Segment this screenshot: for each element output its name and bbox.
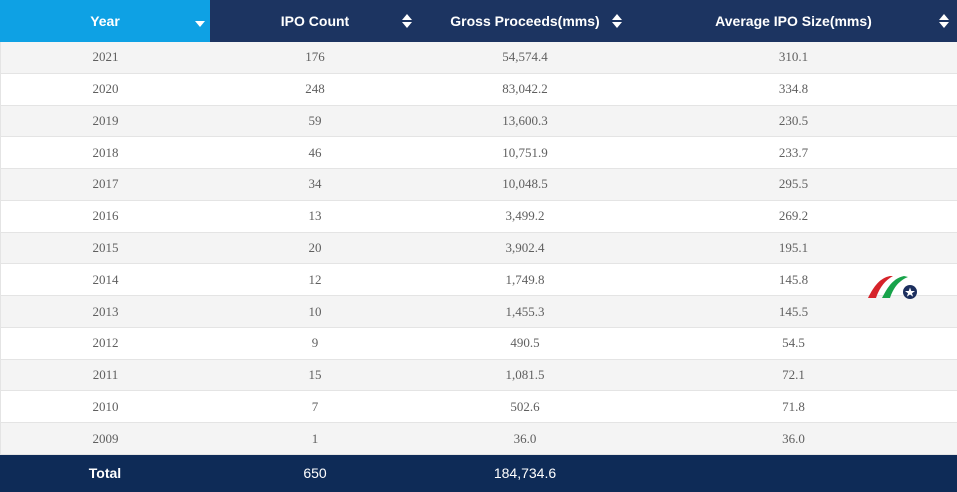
table-row: 2013 10 1,455.3 145.5 [0, 296, 957, 328]
sort-both-icon [612, 14, 622, 28]
column-header-ipo-count[interactable]: IPO Count [210, 0, 420, 42]
cell-gross-proceeds: 3,902.4 [505, 239, 545, 255]
cell-average-ipo-size: 36.0 [782, 430, 805, 446]
cell-ipo-count: 7 [311, 398, 319, 414]
cell-ipo-count: 13 [308, 208, 322, 224]
site-logo-icon [868, 276, 917, 299]
cell-ipo-count: 10 [308, 303, 322, 319]
sort-desc-icon [195, 21, 205, 27]
ipo-stats-table: Year IPO Count Gross Proceeds(mms) Avera… [0, 0, 957, 492]
table-row: 2020 248 83,042.2 334.8 [0, 73, 957, 106]
cell-average-ipo-size: 310.1 [778, 49, 809, 65]
cell-year: 2009 [0, 423, 210, 454]
cell-ipo-count: 46 [308, 144, 322, 160]
cell-year: 2019 [0, 105, 210, 137]
cell-ipo-count: 9 [311, 335, 319, 351]
cell-gross-proceeds: 502.6 [510, 398, 540, 414]
cell-average-ipo-size: 54.5 [782, 335, 805, 351]
cell-average-ipo-size: 334.8 [778, 81, 809, 97]
table-row: 2015 20 3,902.4 195.1 [0, 232, 957, 265]
cell-year: 2021 [0, 42, 210, 73]
cell-ipo-count: 59 [308, 112, 322, 128]
column-header-label: Year [90, 13, 120, 29]
table-row: 2014 12 1,749.8 145.8 [0, 264, 957, 297]
table-row: 2017 34 10,048.5 295.5 [0, 169, 957, 201]
column-header-average-ipo-size[interactable]: Average IPO Size(mms) [630, 0, 957, 42]
cell-ipo-count: 20 [308, 239, 322, 255]
cell-year: 2016 [0, 200, 210, 232]
cell-gross-proceeds: 54,574.4 [502, 49, 548, 65]
total-ipo-count: 650 [303, 465, 327, 482]
table-row: 2018 46 10,751.9 233.7 [0, 137, 957, 170]
column-header-label: Average IPO Size(mms) [715, 13, 872, 29]
cell-gross-proceeds: 13,600.3 [502, 112, 548, 128]
cell-year: 2020 [0, 73, 210, 105]
cell-gross-proceeds: 490.5 [510, 335, 540, 351]
cell-gross-proceeds: 10,751.9 [502, 144, 548, 160]
total-average-ipo-size [630, 455, 957, 492]
cell-gross-proceeds: 36.0 [513, 430, 537, 446]
cell-year: 2012 [0, 327, 210, 359]
cell-ipo-count: 248 [305, 81, 325, 97]
cell-average-ipo-size: 72.1 [782, 367, 805, 383]
column-header-label: IPO Count [280, 13, 350, 29]
cell-gross-proceeds: 83,042.2 [502, 81, 548, 97]
column-header-label: Gross Proceeds(mms) [450, 13, 600, 29]
cell-year: 2010 [0, 391, 210, 423]
cell-gross-proceeds: 1,455.3 [505, 303, 545, 319]
table-row: 2011 15 1,081.5 72.1 [0, 359, 957, 392]
cell-ipo-count: 12 [308, 271, 322, 287]
cell-average-ipo-size: 195.1 [778, 239, 809, 255]
total-gross-proceeds: 184,734.6 [493, 465, 557, 482]
table-row: 2021 176 54,574.4 310.1 [0, 42, 957, 74]
cell-ipo-count: 1 [311, 430, 319, 446]
cell-gross-proceeds: 10,048.5 [502, 176, 548, 192]
cell-gross-proceeds: 1,081.5 [505, 367, 545, 383]
cell-ipo-count: 15 [308, 367, 322, 383]
cell-average-ipo-size: 71.8 [782, 398, 805, 414]
table-row: 2016 13 3,499.2 269.2 [0, 200, 957, 233]
table-row: 2012 9 490.5 54.5 [0, 327, 957, 360]
cell-gross-proceeds: 1,749.8 [505, 271, 545, 287]
total-row: Total 650 184,734.6 [0, 454, 957, 492]
cell-ipo-count: 34 [308, 176, 322, 192]
cell-average-ipo-size: 295.5 [778, 176, 809, 192]
cell-year: 2013 [0, 296, 210, 327]
cell-average-ipo-size: 233.7 [778, 144, 809, 160]
cell-year: 2014 [0, 264, 210, 296]
total-label: Total [88, 465, 122, 482]
table-row: 2019 59 13,600.3 230.5 [0, 105, 957, 138]
table-row: 2009 1 36.0 36.0 [0, 423, 957, 455]
cell-gross-proceeds: 3,499.2 [505, 208, 545, 224]
cell-year: 2017 [0, 169, 210, 200]
sort-both-icon [939, 14, 949, 28]
cell-year: 2011 [0, 359, 210, 391]
table-header: Year IPO Count Gross Proceeds(mms) Avera… [0, 0, 957, 42]
cell-average-ipo-size: 269.2 [778, 208, 809, 224]
cell-ipo-count: 176 [305, 49, 325, 65]
column-header-gross-proceeds[interactable]: Gross Proceeds(mms) [420, 0, 630, 42]
cell-average-ipo-size: 230.5 [778, 112, 809, 128]
sort-both-icon [402, 14, 412, 28]
column-header-year[interactable]: Year [0, 0, 210, 42]
cell-year: 2018 [0, 137, 210, 169]
cell-year: 2015 [0, 232, 210, 264]
table-row: 2010 7 502.6 71.8 [0, 391, 957, 424]
